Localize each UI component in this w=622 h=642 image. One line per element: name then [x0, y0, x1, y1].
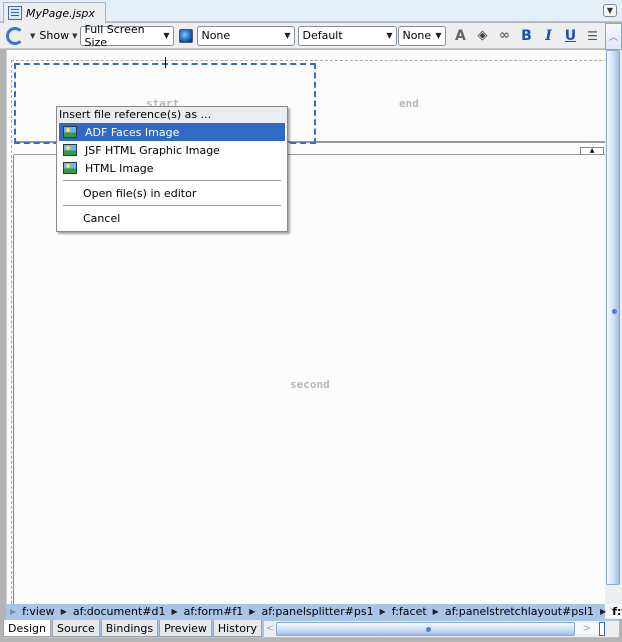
- menu-header: Insert file reference(s) as ...: [57, 107, 287, 123]
- tab-history[interactable]: History: [212, 620, 263, 637]
- chevron-down-icon: ▼: [163, 31, 170, 40]
- breadcrumb-item[interactable]: af:form#f1: [184, 605, 244, 618]
- end-facet-label: end: [399, 97, 419, 110]
- image-icon: [63, 162, 77, 174]
- chevron-down-icon: ▼: [606, 6, 614, 15]
- font-size-select[interactable]: None ▼: [398, 25, 447, 46]
- menu-item-cancel[interactable]: Cancel: [59, 209, 285, 227]
- jspx-file-icon: [8, 6, 22, 20]
- insert-file-reference-menu: Insert file reference(s) as ... ADF Face…: [56, 106, 288, 232]
- text-cursor: [165, 57, 166, 68]
- scroll-grip-icon: [612, 309, 617, 314]
- breadcrumb-arrow-icon: ▶: [60, 607, 67, 616]
- scroll-right-icon[interactable]: >: [575, 623, 599, 634]
- tab-list-button[interactable]: ▼: [603, 4, 617, 17]
- tab-bindings[interactable]: Bindings: [100, 620, 159, 637]
- italic-button[interactable]: I: [539, 28, 557, 44]
- menu-item-label: ADF Faces Image: [85, 125, 180, 139]
- tab-design[interactable]: Design: [3, 620, 51, 637]
- paint-bucket-icon[interactable]: ◈: [473, 28, 491, 43]
- editor-tab-strip: MyPage.jspx ▼: [0, 0, 622, 23]
- style-class-value: None: [201, 29, 231, 42]
- screen-size-value: Full Screen Size: [84, 22, 145, 49]
- scroll-left-icon[interactable]: <: [264, 623, 276, 634]
- breadcrumb-item[interactable]: af:panelsplitter#ps1: [261, 605, 373, 618]
- vertical-scrollbar[interactable]: [605, 50, 622, 620]
- numbered-list-icon[interactable]: ☰: [583, 29, 601, 43]
- refresh-button[interactable]: [6, 26, 24, 45]
- scroll-corner: [599, 621, 605, 636]
- refresh-dropdown-arrow[interactable]: ▼: [30, 32, 35, 40]
- second-facet-border: [13, 155, 14, 604]
- breadcrumb-arrow-icon: ▶: [249, 607, 256, 616]
- underline-button[interactable]: U: [561, 28, 579, 44]
- chevron-down-icon: ▼: [284, 31, 291, 40]
- bottom-tab-strip: Design Source Bindings Preview History <…: [3, 619, 619, 638]
- tab-preview[interactable]: Preview: [159, 620, 212, 637]
- menu-item-adf-faces-image[interactable]: ADF Faces Image: [59, 123, 285, 141]
- show-menu-button[interactable]: Show: [39, 29, 69, 42]
- menu-item-open-in-editor[interactable]: Open file(s) in editor: [59, 184, 285, 202]
- breadcrumb-current-item[interactable]: f:facet: [612, 605, 622, 618]
- image-icon: [63, 126, 77, 138]
- bold-button[interactable]: B: [517, 28, 535, 44]
- breadcrumb-item[interactable]: f:view: [22, 605, 55, 618]
- chevron-up-icon: ︿: [608, 33, 618, 43]
- vscroll-up-button[interactable]: ︿: [605, 23, 622, 50]
- image-icon: [63, 144, 77, 156]
- breadcrumb-item[interactable]: f:facet: [392, 605, 427, 618]
- style-selector-icon[interactable]: A: [451, 28, 469, 44]
- style-class-select[interactable]: None ▼: [197, 25, 296, 46]
- menu-item-html-image[interactable]: HTML Image: [59, 159, 285, 177]
- chevron-down-icon: ▼: [386, 31, 393, 40]
- font-family-select[interactable]: Default ▼: [298, 25, 398, 46]
- refresh-icon: [6, 26, 24, 45]
- scroll-grip-icon: [425, 626, 431, 632]
- breadcrumb-arrow-icon: ▶: [379, 607, 386, 616]
- design-toolbar: ▼ Show ▼ Full Screen Size ▼ None ▼ Defau…: [0, 23, 622, 49]
- breadcrumb-arrow-icon: ▶: [10, 607, 17, 616]
- tab-source[interactable]: Source: [51, 620, 100, 637]
- font-family-value: Default: [302, 29, 343, 42]
- editor-bottom-bar: Design Source Bindings Preview History <…: [0, 619, 622, 642]
- menu-separator: [63, 180, 281, 181]
- screen-size-select[interactable]: Full Screen Size ▼: [80, 22, 175, 49]
- vertical-scroll-thumb[interactable]: [606, 50, 620, 585]
- breadcrumb-item[interactable]: af:document#d1: [73, 605, 166, 618]
- second-facet-label: second: [290, 378, 330, 391]
- editor-tab-mypage[interactable]: MyPage.jspx: [3, 2, 106, 23]
- show-dropdown-arrow[interactable]: ▼: [72, 32, 77, 40]
- font-size-value: None: [402, 29, 432, 42]
- breadcrumb-arrow-icon: ▶: [432, 607, 439, 616]
- globe-icon[interactable]: [179, 28, 194, 43]
- menu-item-jsf-html-graphic-image[interactable]: JSF HTML Graphic Image: [59, 141, 285, 159]
- menu-item-label: HTML Image: [85, 161, 154, 175]
- breadcrumb-arrow-icon: ▶: [171, 607, 178, 616]
- menu-separator: [63, 205, 281, 206]
- horizontal-scroll-thumb[interactable]: [276, 621, 575, 636]
- component-breadcrumb: ▶ f:view ▶ af:document#d1 ▶ af:form#f1 ▶…: [6, 604, 622, 619]
- breadcrumb-item[interactable]: af:panelstretchlayout#psl1: [445, 605, 594, 618]
- editor-tab-label: MyPage.jspx: [26, 6, 95, 20]
- menu-item-label: JSF HTML Graphic Image: [85, 143, 220, 157]
- horizontal-scrollbar[interactable]: < >: [264, 620, 619, 637]
- chevron-down-icon: ▼: [435, 31, 442, 40]
- breadcrumb-arrow-icon: ▶: [600, 607, 607, 616]
- link-icon[interactable]: ∞: [495, 28, 513, 43]
